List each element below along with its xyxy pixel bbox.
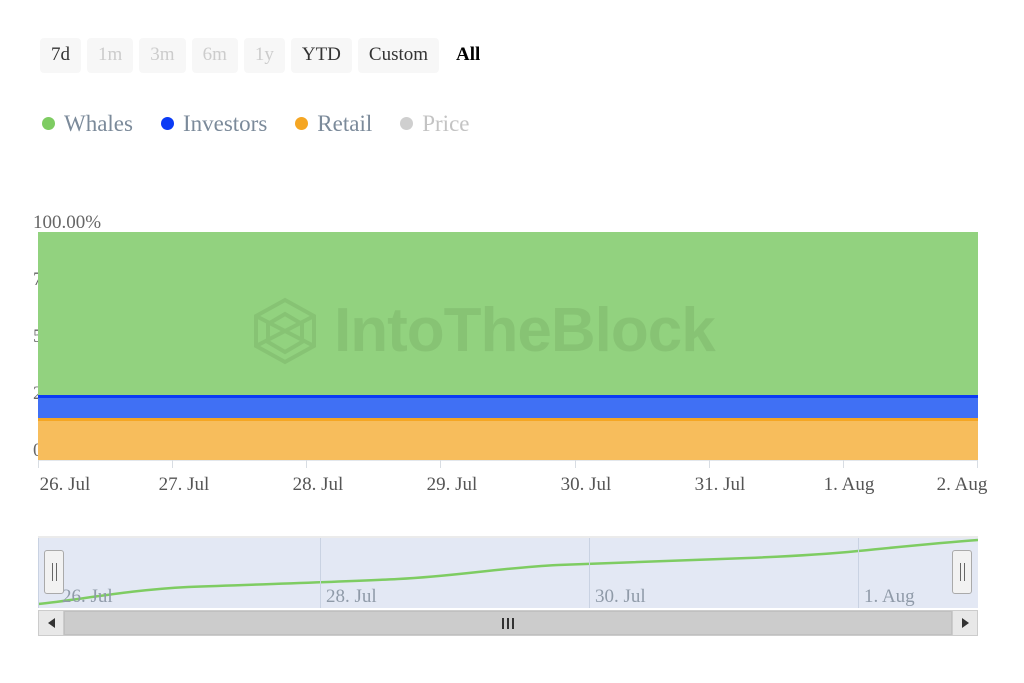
navigator-gridline (320, 538, 321, 608)
scrollbar-grip-line (502, 617, 504, 629)
x-axis-label-3: 29. Jul (426, 474, 478, 495)
handle-grip-line (55, 563, 57, 581)
scrollbar-thumb[interactable] (64, 611, 952, 635)
handle-grip-line (963, 563, 965, 581)
navigator-handle-right[interactable] (952, 550, 972, 594)
series-band-whales (38, 232, 978, 397)
scroll-left-button[interactable] (38, 610, 64, 636)
handle-grip-line (959, 563, 961, 581)
chart-navigator[interactable]: 26. Jul 28. Jul 30. Jul 1. Aug (38, 536, 978, 608)
scrollbar-grip-line (507, 617, 509, 629)
x-axis-tick (709, 460, 710, 468)
x-axis-tick (172, 460, 173, 468)
navigator-handle-left[interactable] (44, 550, 64, 594)
series-line-investors (38, 395, 978, 398)
x-axis-tick (306, 460, 307, 468)
x-axis-label-5: 31. Jul (694, 474, 746, 495)
x-axis-tick (843, 460, 844, 468)
navigator-label-0: 26. Jul (62, 586, 113, 607)
scrollbar-track[interactable] (64, 610, 952, 636)
scrollbar-grip-line (512, 617, 514, 629)
x-axis-label-2: 28. Jul (292, 474, 344, 495)
x-axis-line (38, 460, 978, 461)
x-axis-tick (977, 460, 978, 468)
scroll-right-button[interactable] (952, 610, 978, 636)
x-axis-label-0: 26. Jul (39, 474, 91, 495)
navigator-series (38, 538, 978, 606)
navigator-label-2: 30. Jul (595, 586, 646, 607)
x-axis-tick (575, 460, 576, 468)
series-band-investors (38, 397, 978, 420)
navigator-gridline (589, 538, 590, 608)
scroll-right-icon (961, 618, 969, 628)
plot-area[interactable] (38, 232, 978, 460)
chart-scrollbar[interactable] (38, 610, 978, 636)
x-axis-label-4: 30. Jul (560, 474, 612, 495)
series-line-retail (38, 418, 978, 421)
x-axis-label-6: 1. Aug (823, 474, 875, 495)
navigator-label-3: 1. Aug (864, 586, 915, 607)
navigator-gridline (38, 538, 39, 608)
x-axis-tick (440, 460, 441, 468)
series-band-retail (38, 420, 978, 460)
x-axis-tick (38, 460, 39, 468)
handle-grip-line (51, 563, 53, 581)
navigator-gridline (858, 538, 859, 608)
scroll-left-icon (47, 618, 55, 628)
y-axis-label-100: 100.00% (33, 212, 102, 233)
navigator-label-1: 28. Jul (326, 586, 377, 607)
x-axis-label-1: 27. Jul (158, 474, 210, 495)
x-axis-label-7: 2. Aug (936, 474, 988, 495)
